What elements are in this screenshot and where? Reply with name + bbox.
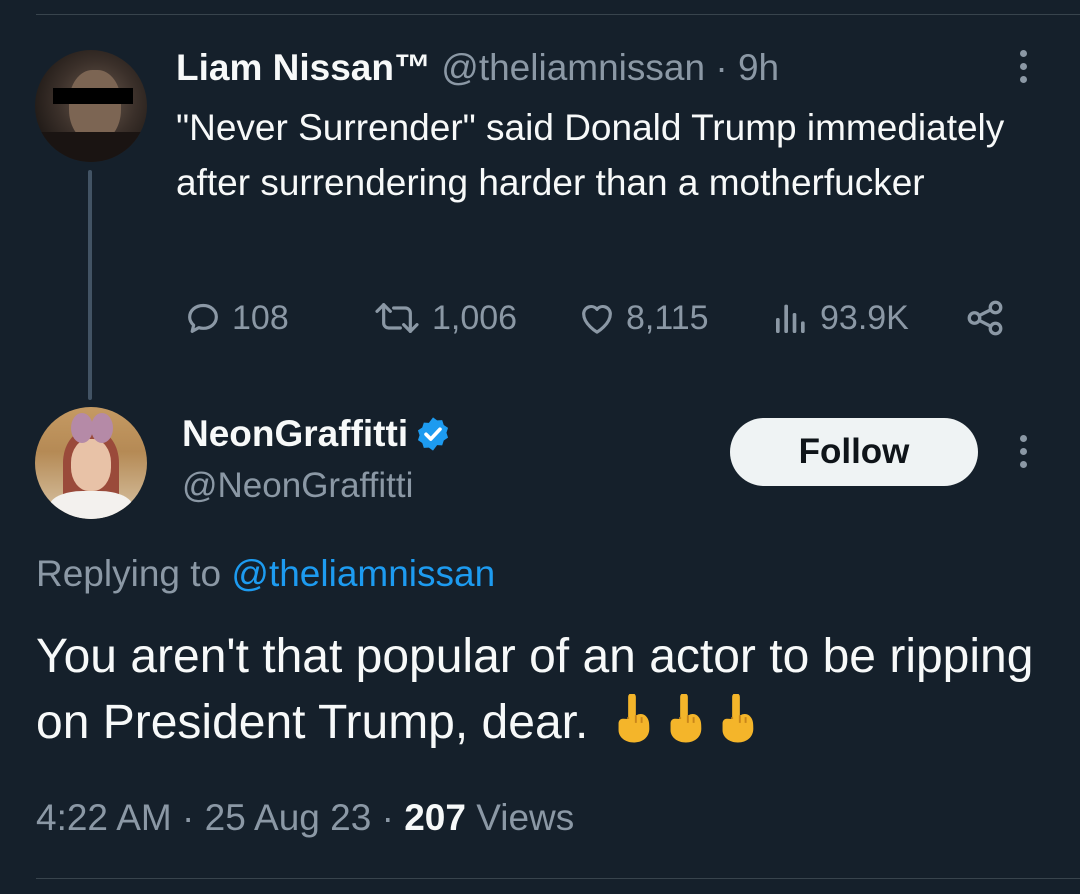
reply-display-name[interactable]: NeonGraffitti: [182, 412, 408, 456]
share-button[interactable]: [962, 296, 1014, 340]
original-tweet-header: Liam Nissan™ @theliamnissan · 9h: [176, 46, 779, 90]
original-tweet-text: "Never Surrender" said Donald Trump imme…: [176, 107, 1005, 203]
reply-button[interactable]: 108: [180, 296, 289, 340]
reply-display-name-row: NeonGraffitti: [182, 412, 452, 456]
avatar-liam-nissan[interactable]: [35, 50, 147, 162]
like-button[interactable]: 8,115: [574, 296, 709, 340]
reply-icon: [188, 303, 218, 333]
action-bar: 108 1,006 8,115 93.9K: [176, 296, 1026, 340]
header-separator: ·: [705, 47, 738, 88]
verified-badge-icon: [418, 417, 449, 451]
like-icon: [582, 304, 612, 334]
sunglasses-graphic: [53, 88, 133, 104]
hair-bow-right: [91, 413, 113, 443]
retweet-button[interactable]: 1,006: [368, 296, 517, 340]
top-divider: [36, 14, 1080, 15]
retweet-icon: [375, 303, 419, 333]
replying-prefix: Replying to: [36, 553, 232, 594]
follow-button[interactable]: Follow: [730, 418, 978, 486]
reply-count: 108: [232, 298, 289, 337]
thread-line: [88, 170, 92, 400]
reply-tweet-text: You aren't that popular of an actor to b…: [36, 624, 1056, 756]
more-icon[interactable]: [1017, 50, 1029, 83]
original-time-ago[interactable]: 9h: [738, 47, 779, 88]
views-count-number: 207: [404, 797, 466, 838]
share-icon: [967, 300, 1003, 336]
views-button[interactable]: 93.9K: [768, 296, 909, 340]
retweet-count: 1,006: [432, 298, 518, 337]
original-handle[interactable]: @theliamnissan: [441, 47, 705, 88]
middle-finger-emoji: [602, 694, 758, 749]
date[interactable]: 25 Aug 23: [205, 797, 372, 838]
reply-more-icon[interactable]: [1017, 435, 1029, 468]
reply-text-body: You aren't that popular of an actor to b…: [36, 630, 1034, 749]
replying-to-link[interactable]: @theliamnissan: [231, 553, 495, 594]
original-display-name[interactable]: Liam Nissan™: [176, 47, 431, 88]
views-label: Views: [465, 797, 575, 838]
replying-to-line: Replying to @theliamnissan: [36, 552, 495, 596]
like-count: 8,115: [626, 298, 709, 337]
tweet-meta: 4:22 AM · 25 Aug 23 · 207 Views: [36, 797, 575, 838]
avatar-neon-graffitti[interactable]: [35, 407, 147, 519]
reply-handle[interactable]: @NeonGraffitti: [182, 464, 413, 508]
views-icon: [776, 304, 805, 333]
timestamp[interactable]: 4:22 AM: [36, 797, 172, 838]
bottom-divider: [36, 878, 1080, 879]
hair-bow-left: [71, 413, 93, 443]
views-count: 93.9K: [820, 298, 909, 337]
